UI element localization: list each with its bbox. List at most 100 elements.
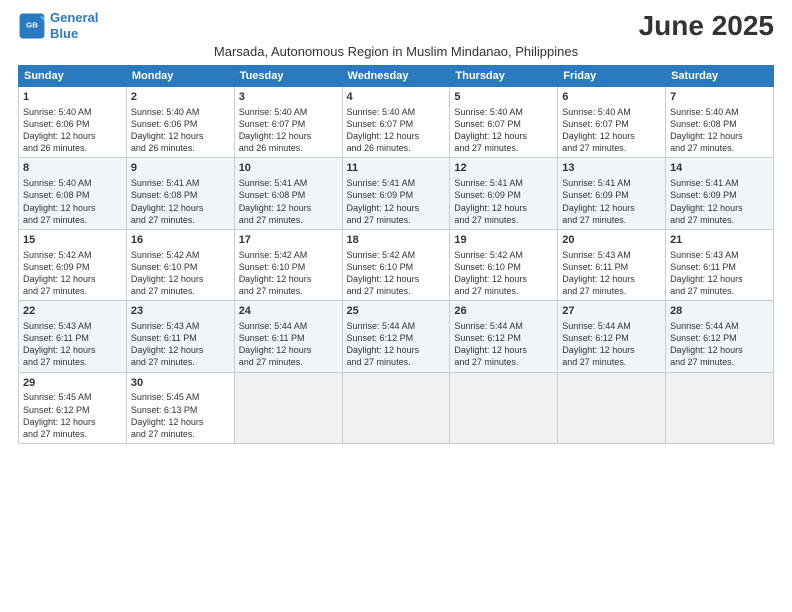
sunrise: Sunrise: 5:43 AM (23, 321, 92, 331)
daylight-minutes: and 27 minutes. (562, 286, 626, 296)
daylight-label: Daylight: 12 hours (670, 345, 743, 355)
day-number: 26 (454, 304, 553, 319)
table-cell: 13Sunrise: 5:41 AMSunset: 6:09 PMDayligh… (558, 158, 666, 229)
daylight-minutes: and 27 minutes. (347, 357, 411, 367)
daylight-minutes: and 26 minutes. (131, 143, 195, 153)
sunset: Sunset: 6:08 PM (670, 119, 737, 129)
day-number: 22 (23, 304, 122, 319)
table-cell: 30Sunrise: 5:45 AMSunset: 6:13 PMDayligh… (126, 372, 234, 443)
daylight-label: Daylight: 12 hours (239, 131, 312, 141)
daylight-minutes: and 27 minutes. (239, 215, 303, 225)
col-friday: Friday (558, 66, 666, 87)
daylight-minutes: and 27 minutes. (239, 286, 303, 296)
daylight-minutes: and 27 minutes. (23, 429, 87, 439)
table-cell: 27Sunrise: 5:44 AMSunset: 6:12 PMDayligh… (558, 301, 666, 372)
day-number: 20 (562, 233, 661, 248)
table-cell: 11Sunrise: 5:41 AMSunset: 6:09 PMDayligh… (342, 158, 450, 229)
logo: GB General Blue (18, 10, 98, 41)
daylight-minutes: and 27 minutes. (347, 215, 411, 225)
daylight-minutes: and 27 minutes. (562, 357, 626, 367)
daylight-minutes: and 27 minutes. (562, 215, 626, 225)
sunset: Sunset: 6:08 PM (239, 190, 306, 200)
sunrise: Sunrise: 5:40 AM (562, 107, 631, 117)
sunrise: Sunrise: 5:42 AM (454, 250, 523, 260)
sunset: Sunset: 6:09 PM (454, 190, 521, 200)
day-number: 10 (239, 161, 338, 176)
header: GB General Blue June 2025 (18, 10, 774, 42)
sunrise: Sunrise: 5:40 AM (239, 107, 308, 117)
sunset: Sunset: 6:13 PM (131, 405, 198, 415)
logo-icon: GB (18, 12, 46, 40)
table-cell (666, 372, 774, 443)
day-number: 11 (347, 161, 446, 176)
day-number: 3 (239, 90, 338, 105)
table-cell: 28Sunrise: 5:44 AMSunset: 6:12 PMDayligh… (666, 301, 774, 372)
sunset: Sunset: 6:09 PM (562, 190, 629, 200)
daylight-minutes: and 27 minutes. (239, 357, 303, 367)
sunrise: Sunrise: 5:40 AM (23, 178, 92, 188)
col-monday: Monday (126, 66, 234, 87)
daylight-minutes: and 26 minutes. (23, 143, 87, 153)
day-number: 23 (131, 304, 230, 319)
sunset: Sunset: 6:10 PM (131, 262, 198, 272)
sunrise: Sunrise: 5:40 AM (670, 107, 739, 117)
table-cell: 22Sunrise: 5:43 AMSunset: 6:11 PMDayligh… (19, 301, 127, 372)
day-number: 24 (239, 304, 338, 319)
daylight-label: Daylight: 12 hours (670, 131, 743, 141)
table-cell (234, 372, 342, 443)
logo-line1: General (50, 10, 98, 25)
sunrise: Sunrise: 5:40 AM (131, 107, 200, 117)
calendar-table: Sunday Monday Tuesday Wednesday Thursday… (18, 65, 774, 444)
table-cell: 1Sunrise: 5:40 AMSunset: 6:06 PMDaylight… (19, 87, 127, 158)
daylight-label: Daylight: 12 hours (454, 203, 527, 213)
sunset: Sunset: 6:11 PM (670, 262, 736, 272)
table-cell: 18Sunrise: 5:42 AMSunset: 6:10 PMDayligh… (342, 229, 450, 300)
daylight-label: Daylight: 12 hours (670, 203, 743, 213)
sunset: Sunset: 6:07 PM (454, 119, 521, 129)
day-number: 2 (131, 90, 230, 105)
sunrise: Sunrise: 5:40 AM (347, 107, 416, 117)
sunrise: Sunrise: 5:42 AM (131, 250, 200, 260)
sunrise: Sunrise: 5:45 AM (131, 392, 200, 402)
sunset: Sunset: 6:12 PM (23, 405, 90, 415)
sunrise: Sunrise: 5:44 AM (562, 321, 631, 331)
sunrise: Sunrise: 5:44 AM (347, 321, 416, 331)
day-number: 8 (23, 161, 122, 176)
sunrise: Sunrise: 5:41 AM (239, 178, 308, 188)
sunrise: Sunrise: 5:44 AM (670, 321, 739, 331)
daylight-minutes: and 27 minutes. (23, 215, 87, 225)
daylight-label: Daylight: 12 hours (23, 203, 96, 213)
table-row: 8 Sunrise: 5:40 AM Sunset: 6:08 PM Daylight… (19, 158, 774, 229)
sunrise: Sunrise: 5:43 AM (562, 250, 631, 260)
daylight-label: Daylight: 12 hours (131, 274, 204, 284)
daylight-label: Daylight: 12 hours (23, 131, 96, 141)
daylight-label: Daylight: 12 hours (347, 345, 420, 355)
sunset: Sunset: 6:11 PM (239, 333, 305, 343)
daylight-minutes: and 27 minutes. (670, 357, 734, 367)
day-number: 15 (23, 233, 122, 248)
sunset: Sunset: 6:12 PM (454, 333, 521, 343)
daylight-minutes: and 27 minutes. (131, 215, 195, 225)
daylight-minutes: and 26 minutes. (239, 143, 303, 153)
daylight-label: Daylight: 12 hours (562, 345, 635, 355)
day-number: 27 (562, 304, 661, 319)
table-cell: 6Sunrise: 5:40 AMSunset: 6:07 PMDaylight… (558, 87, 666, 158)
day-number: 6 (562, 90, 661, 105)
daylight-label: Daylight: 12 hours (347, 131, 420, 141)
daylight-label: Daylight: 12 hours (562, 274, 635, 284)
page-title: June 2025 (639, 10, 774, 42)
sunset: Sunset: 6:11 PM (131, 333, 197, 343)
sunset: Sunset: 6:09 PM (670, 190, 737, 200)
table-row: 29Sunrise: 5:45 AMSunset: 6:12 PMDayligh… (19, 372, 774, 443)
sunrise: Sunrise: 5:41 AM (670, 178, 739, 188)
table-cell: 10Sunrise: 5:41 AMSunset: 6:08 PMDayligh… (234, 158, 342, 229)
sunset: Sunset: 6:09 PM (23, 262, 90, 272)
table-cell: 21Sunrise: 5:43 AMSunset: 6:11 PMDayligh… (666, 229, 774, 300)
sunset: Sunset: 6:10 PM (239, 262, 306, 272)
sunrise: Sunrise: 5:43 AM (131, 321, 200, 331)
sunrise: Sunrise: 5:45 AM (23, 392, 92, 402)
table-cell: 26Sunrise: 5:44 AMSunset: 6:12 PMDayligh… (450, 301, 558, 372)
daylight-label: Daylight: 12 hours (454, 131, 527, 141)
day-number: 29 (23, 376, 122, 391)
daylight-minutes: and 27 minutes. (670, 215, 734, 225)
